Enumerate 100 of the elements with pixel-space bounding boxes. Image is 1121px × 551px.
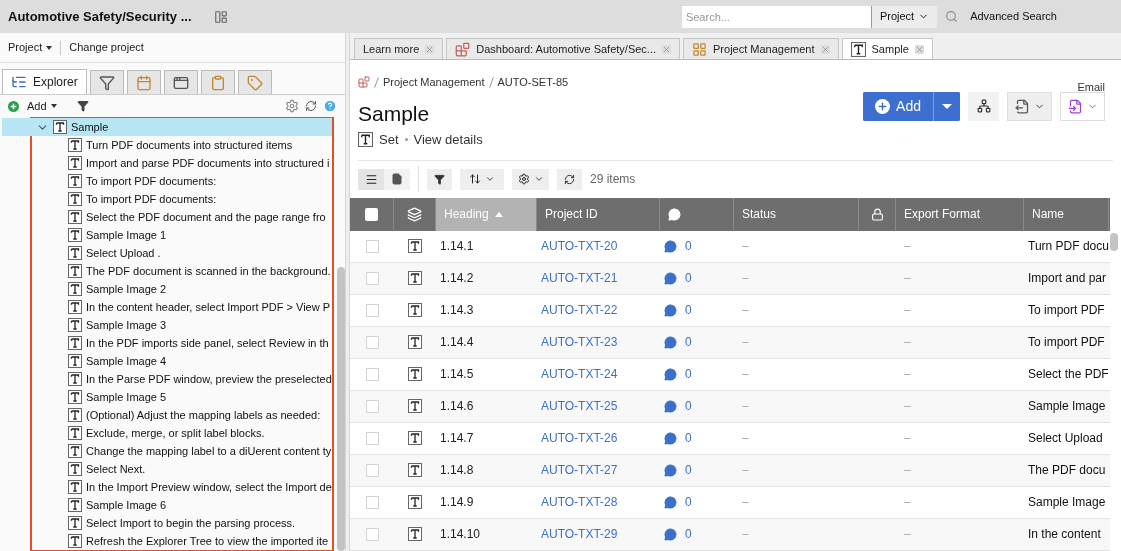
sort-up-icon[interactable]	[494, 211, 503, 217]
email-link[interactable]: Email	[1077, 79, 1105, 96]
row-checkbox[interactable]	[365, 303, 379, 317]
tree-item[interactable]: Sample Image 4	[2, 352, 332, 370]
close-icon[interactable]	[820, 44, 830, 54]
explorer-tab[interactable]: Explorer	[2, 69, 87, 94]
project-id-link[interactable]: AUTO-TXT-21	[541, 269, 618, 287]
tree-item[interactable]: Select Next.	[2, 460, 332, 478]
close-icon[interactable]	[914, 44, 924, 54]
row-checkbox[interactable]	[365, 463, 379, 477]
tree-item[interactable]: Select Import to begin the parsing process.	[2, 514, 332, 532]
tree-item[interactable]: Sample Image 2	[2, 280, 332, 298]
tree-item[interactable]: Sample Image 5	[2, 388, 332, 406]
comment-icon[interactable]	[664, 527, 677, 541]
project-id-link[interactable]: AUTO-TXT-29	[541, 525, 618, 543]
panel-tab[interactable]	[89, 70, 124, 94]
tree-item[interactable]: Import and parse PDF documents into structured i	[2, 154, 332, 172]
tree-item[interactable]: The PDF document is scanned in the background.	[2, 262, 332, 280]
panel-tab[interactable]	[163, 70, 198, 94]
refresh-button[interactable]	[557, 168, 582, 190]
tree-item[interactable]: Select the PDF document and the page range fro	[2, 208, 332, 226]
scrollbar[interactable]	[337, 267, 345, 551]
tree-item[interactable]: To import PDF documents:	[2, 172, 332, 190]
sort-button[interactable]	[460, 168, 504, 190]
comment-icon[interactable]	[664, 367, 677, 381]
row-checkbox[interactable]	[365, 271, 379, 285]
breadcrumb-link[interactable]: AUTO-SET-85	[497, 74, 569, 91]
project-id-link[interactable]: AUTO-TXT-28	[541, 493, 618, 511]
sync-icon[interactable]	[305, 100, 317, 112]
comment-icon[interactable]	[664, 335, 677, 349]
comment-icon[interactable]	[664, 399, 677, 413]
comment-icon[interactable]	[664, 463, 677, 477]
document-tab[interactable]: Project Management	[683, 38, 839, 59]
project-id-link[interactable]: AUTO-TXT-27	[541, 461, 618, 479]
panel-tab[interactable]	[126, 70, 161, 94]
table-row[interactable]: 1.14.10 AUTO-TXT-29 0 – – In the content	[350, 518, 1110, 551]
document-tab[interactable]: Learn more	[354, 38, 444, 59]
project-menu[interactable]: Project	[8, 39, 53, 56]
select-all-checkbox[interactable]	[365, 207, 378, 221]
tree-item[interactable]: Sample	[2, 118, 332, 136]
tree-item[interactable]: Sample Image 6	[2, 496, 332, 514]
tree-item[interactable]: To import PDF documents:	[2, 190, 332, 208]
close-icon[interactable]	[662, 44, 672, 54]
tree-item[interactable]: In the PDF imports side panel, select Review in th	[2, 334, 332, 352]
search-field[interactable]: Search...	[681, 5, 872, 28]
view-details-link[interactable]: View details	[413, 130, 483, 150]
column-header[interactable]: Name	[1024, 197, 1109, 231]
column-header[interactable]: Status	[734, 197, 859, 231]
comment-icon[interactable]	[664, 303, 677, 317]
list-view-button[interactable]	[358, 168, 384, 190]
tree-item[interactable]: Sample Image 3	[2, 316, 332, 334]
column-header[interactable]: Export Format	[896, 197, 1024, 231]
row-checkbox[interactable]	[365, 495, 379, 509]
filter-icon[interactable]	[76, 100, 89, 112]
table-row[interactable]: 1.14.4 AUTO-TXT-23 0 – – To import PDF	[350, 326, 1110, 359]
scrollbar[interactable]	[1110, 232, 1118, 251]
project-id-link[interactable]: AUTO-TXT-26	[541, 429, 618, 447]
tree-item[interactable]: In the content header, select Import PDF > View P	[2, 298, 332, 316]
tree-item[interactable]: Select Upload .	[2, 244, 332, 262]
comment-count[interactable]: 0	[685, 493, 692, 511]
comment-count[interactable]: 0	[685, 365, 692, 383]
row-checkbox[interactable]	[365, 239, 379, 253]
comment-count[interactable]: 0	[685, 461, 692, 479]
tree-item[interactable]: Turn PDF documents into structured items	[2, 136, 332, 154]
document-tab[interactable]: Dashboard: Automotive Safety/Sec...	[446, 38, 681, 59]
comment-count[interactable]: 0	[685, 333, 692, 351]
row-checkbox[interactable]	[365, 431, 379, 445]
help-icon[interactable]	[323, 99, 337, 113]
project-id-link[interactable]: AUTO-TXT-25	[541, 397, 618, 415]
table-row[interactable]: 1.14.8 AUTO-TXT-27 0 – – The PDF docu	[350, 454, 1110, 487]
document-tab[interactable]: Sample	[841, 38, 933, 59]
comment-count[interactable]: 0	[685, 429, 692, 447]
filter-button[interactable]	[427, 168, 452, 190]
project-id-link[interactable]: AUTO-TXT-24	[541, 365, 618, 383]
settings-icon[interactable]	[285, 99, 299, 113]
row-checkbox[interactable]	[365, 527, 379, 541]
advanced-search-link[interactable]: Advanced Search	[970, 8, 1057, 25]
comment-count[interactable]: 0	[685, 301, 692, 319]
project-id-link[interactable]: AUTO-TXT-20	[541, 237, 618, 255]
panel-tab[interactable]	[237, 70, 272, 94]
row-checkbox[interactable]	[365, 399, 379, 413]
row-checkbox[interactable]	[365, 367, 379, 381]
row-checkbox[interactable]	[365, 335, 379, 349]
tree-item[interactable]: Sample Image 1	[2, 226, 332, 244]
add-menu[interactable]: Add	[27, 97, 57, 115]
change-project-link[interactable]: Change project	[69, 39, 144, 56]
tree-item[interactable]: In the Import Preview window, select the Import de	[2, 478, 332, 496]
search-icon[interactable]	[945, 10, 959, 23]
tree-item[interactable]: Refresh the Explorer Tree to view the imported ite	[2, 532, 332, 550]
comment-count[interactable]: 0	[685, 525, 692, 543]
comment-count[interactable]: 0	[685, 237, 692, 255]
table-row[interactable]: 1.14.2 AUTO-TXT-21 0 – – Import and par	[350, 262, 1110, 295]
scope-dropdown[interactable]: Project	[871, 5, 938, 28]
add-icon[interactable]	[8, 100, 19, 112]
tree-item[interactable]: Change the mapping label to a diUerent content ty	[2, 442, 332, 460]
close-icon[interactable]	[425, 44, 435, 54]
tree-item[interactable]: (Optional) Adjust the mapping labels as needed:	[2, 406, 332, 424]
comment-count[interactable]: 0	[685, 269, 692, 287]
relationships-button[interactable]	[968, 91, 999, 121]
breadcrumb-link[interactable]: Project Management	[383, 74, 485, 91]
